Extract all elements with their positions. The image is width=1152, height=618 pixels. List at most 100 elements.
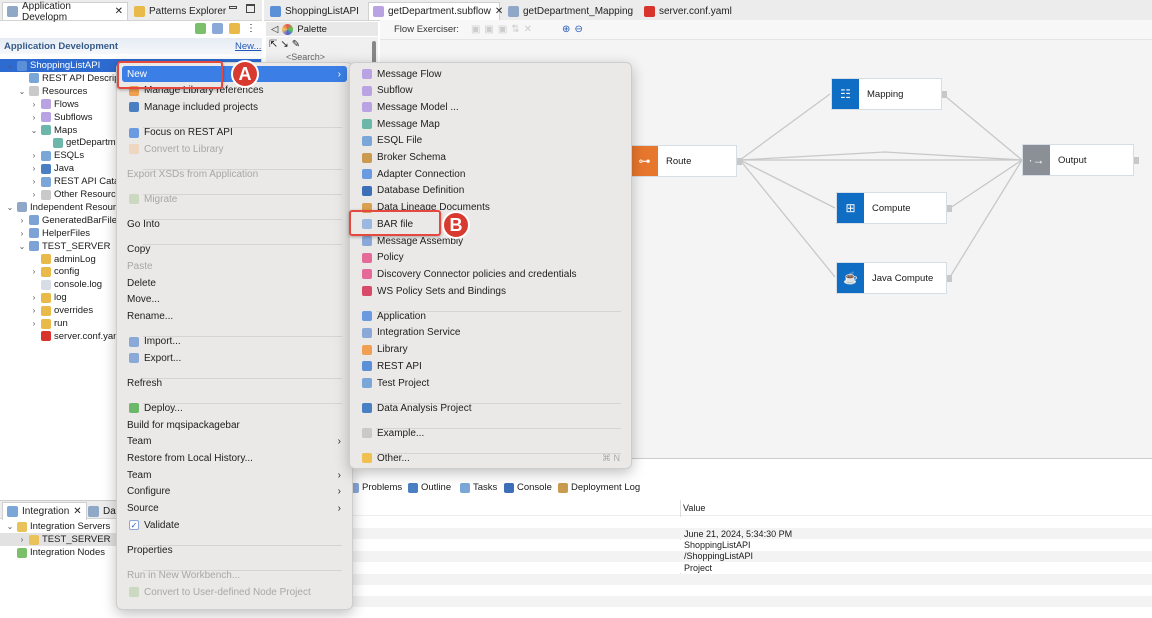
menu-item-deploy[interactable]: Deploy... (122, 400, 347, 416)
property-row[interactable]: Project (352, 562, 1152, 574)
flow-node-java-compute[interactable]: ☕ Java Compute (836, 262, 952, 294)
editor-tab-getdepartment-mapping[interactable]: getDepartment_Mapping (504, 2, 633, 20)
menu-item-go-into[interactable]: Go Into (122, 217, 347, 233)
tab-deployment-log[interactable]: Deployment Log (558, 482, 640, 493)
menu-item-configure[interactable]: Configure › (122, 484, 347, 500)
menu-item-export[interactable]: Export... (122, 350, 347, 366)
chevron-right-icon[interactable]: › (29, 100, 39, 109)
menu-item-message-flow[interactable]: Message Flow (355, 66, 626, 82)
palette-search[interactable]: <Search> (286, 52, 378, 62)
property-row[interactable] (352, 596, 1152, 608)
property-row[interactable] (352, 584, 1152, 596)
connection-tool-icon[interactable]: ↘ (280, 39, 288, 50)
tab-console[interactable]: Console (504, 482, 552, 493)
chevron-right-icon[interactable]: › (29, 190, 39, 199)
chevron-right-icon[interactable]: › (29, 113, 39, 122)
output-terminal[interactable] (737, 158, 742, 165)
chevron-right-icon[interactable]: › (29, 319, 39, 328)
close-icon[interactable]: ✕ (73, 506, 81, 517)
menu-item-message-map[interactable]: Message Map (355, 116, 626, 132)
chevron-right-icon[interactable]: › (29, 293, 39, 302)
menu-item-properties[interactable]: Properties (122, 542, 347, 558)
flow-node-mapping[interactable]: ☷ Mapping (831, 78, 947, 110)
chevron-right-icon[interactable]: › (17, 216, 27, 225)
view-menu-icon[interactable]: ⋮ (246, 23, 256, 34)
output-terminal[interactable] (947, 205, 952, 212)
maximize-icon[interactable] (246, 4, 255, 13)
zoom-in-icon[interactable]: ⊕ (562, 24, 570, 35)
output-terminal[interactable] (942, 91, 947, 98)
menu-item-team[interactable]: Team › (122, 434, 347, 450)
chevron-right-icon[interactable]: › (17, 229, 27, 238)
checkbox-checked-icon[interactable]: ✓ (129, 520, 139, 531)
property-row[interactable]: June 21, 2024, 5:34:30 PM (352, 528, 1152, 540)
select-tool-icon[interactable]: ⇱ (269, 39, 277, 50)
menu-item-team[interactable]: Team › (122, 467, 347, 483)
tab-outline[interactable]: Outline (408, 482, 451, 493)
tab-integration[interactable]: Integration ✕ (2, 502, 87, 520)
menu-item-manage-included-projects[interactable]: Manage included projects (122, 99, 347, 115)
collapse-all-icon[interactable] (212, 23, 223, 34)
chevron-right-icon[interactable]: › (29, 177, 39, 186)
menu-item-rename[interactable]: Rename... (122, 308, 347, 324)
menu-item-data-analysis-project[interactable]: Data Analysis Project (355, 400, 626, 416)
flow-node-compute[interactable]: ⊞ Compute (836, 192, 952, 224)
chevron-right-icon[interactable]: › (29, 151, 39, 160)
close-icon[interactable]: ✕ (495, 6, 503, 17)
link-editor-icon[interactable] (229, 23, 240, 34)
menu-item-focus-on-rest-api[interactable]: Focus on REST API (122, 125, 347, 141)
menu-item-application[interactable]: Application (355, 308, 626, 324)
note-tool-icon[interactable]: ✎ (292, 39, 300, 50)
menu-item-example[interactable]: Example... (355, 425, 626, 441)
chevron-down-icon[interactable]: ⌄ (5, 522, 15, 531)
editor-tab-server-conf-yaml[interactable]: server.conf.yaml (640, 2, 732, 20)
new-project-icon[interactable] (195, 23, 206, 34)
chevron-down-icon[interactable]: ⌄ (5, 61, 15, 70)
menu-item-restore-from-local-history[interactable]: Restore from Local History... (122, 451, 347, 467)
menu-item-integration-service[interactable]: Integration Service (355, 325, 626, 341)
chevron-down-icon[interactable]: ⌄ (17, 242, 27, 251)
output-terminal[interactable] (947, 275, 952, 282)
menu-item-ws-policy-sets-and-bindings[interactable]: WS Policy Sets and Bindings (355, 283, 626, 299)
tab-patterns-explorer[interactable]: Patterns Explorer (130, 2, 230, 20)
chevron-down-icon[interactable]: ⌄ (5, 203, 15, 212)
tab-tasks[interactable]: Tasks (460, 482, 497, 493)
collapse-palette-icon[interactable]: ◁ (271, 24, 278, 35)
menu-item-build-for-mqsipackagebar[interactable]: Build for mqsipackagebar (122, 417, 347, 433)
menu-item-esql-file[interactable]: ESQL File (355, 133, 626, 149)
chevron-down-icon[interactable]: ⌄ (17, 87, 27, 96)
property-row[interactable] (352, 517, 1152, 528)
close-icon[interactable]: ✕ (115, 6, 123, 17)
menu-item-subflow[interactable]: Subflow (355, 83, 626, 99)
chevron-right-icon[interactable]: › (29, 306, 39, 315)
property-row[interactable] (352, 607, 1152, 618)
menu-item-library[interactable]: Library (355, 342, 626, 358)
chevron-right-icon[interactable]: › (29, 164, 39, 173)
value-column-header[interactable]: Value (683, 503, 705, 513)
chevron-right-icon[interactable]: › (29, 267, 39, 276)
menu-item-discovery-connector-policies-and-credentials[interactable]: Discovery Connector policies and credent… (355, 266, 626, 282)
menu-item-test-project[interactable]: Test Project (355, 375, 626, 391)
chevron-down-icon[interactable]: ⌄ (29, 126, 39, 135)
property-row[interactable] (352, 573, 1152, 585)
menu-item-validate[interactable]: ✓ Validate (122, 517, 347, 533)
menu-item-import[interactable]: Import... (122, 334, 347, 350)
menu-item-message-model[interactable]: Message Model ... (355, 99, 626, 115)
menu-item-rest-api[interactable]: REST API (355, 358, 626, 374)
property-row[interactable]: ShoppingListAPI (352, 539, 1152, 551)
new-link[interactable]: New... (235, 41, 261, 52)
palette-header[interactable]: ◁ Palette (266, 22, 378, 36)
editor-tab-getdepartment-subflow[interactable]: getDepartment.subflow ✕ (368, 2, 503, 20)
menu-item-broker-schema[interactable]: Broker Schema (355, 150, 626, 166)
menu-item-delete[interactable]: Delete (122, 275, 347, 291)
menu-item-database-definition[interactable]: Database Definition (355, 183, 626, 199)
zoom-out-icon[interactable]: ⊖ (574, 24, 582, 35)
menu-item-adapter-connection[interactable]: Adapter Connection (355, 166, 626, 182)
flow-node-route[interactable]: ⊶ Route (630, 145, 742, 177)
menu-item-copy[interactable]: Copy (122, 242, 347, 258)
minimize-icon[interactable] (229, 6, 237, 9)
chevron-right-icon[interactable]: › (17, 535, 27, 544)
editor-tab-shoppinglistapi[interactable]: ShoppingListAPI (266, 2, 364, 20)
tab-application-development[interactable]: Application Developm ✕ (2, 1, 128, 23)
flow-node-output[interactable]: ·→ Output (1022, 144, 1139, 176)
